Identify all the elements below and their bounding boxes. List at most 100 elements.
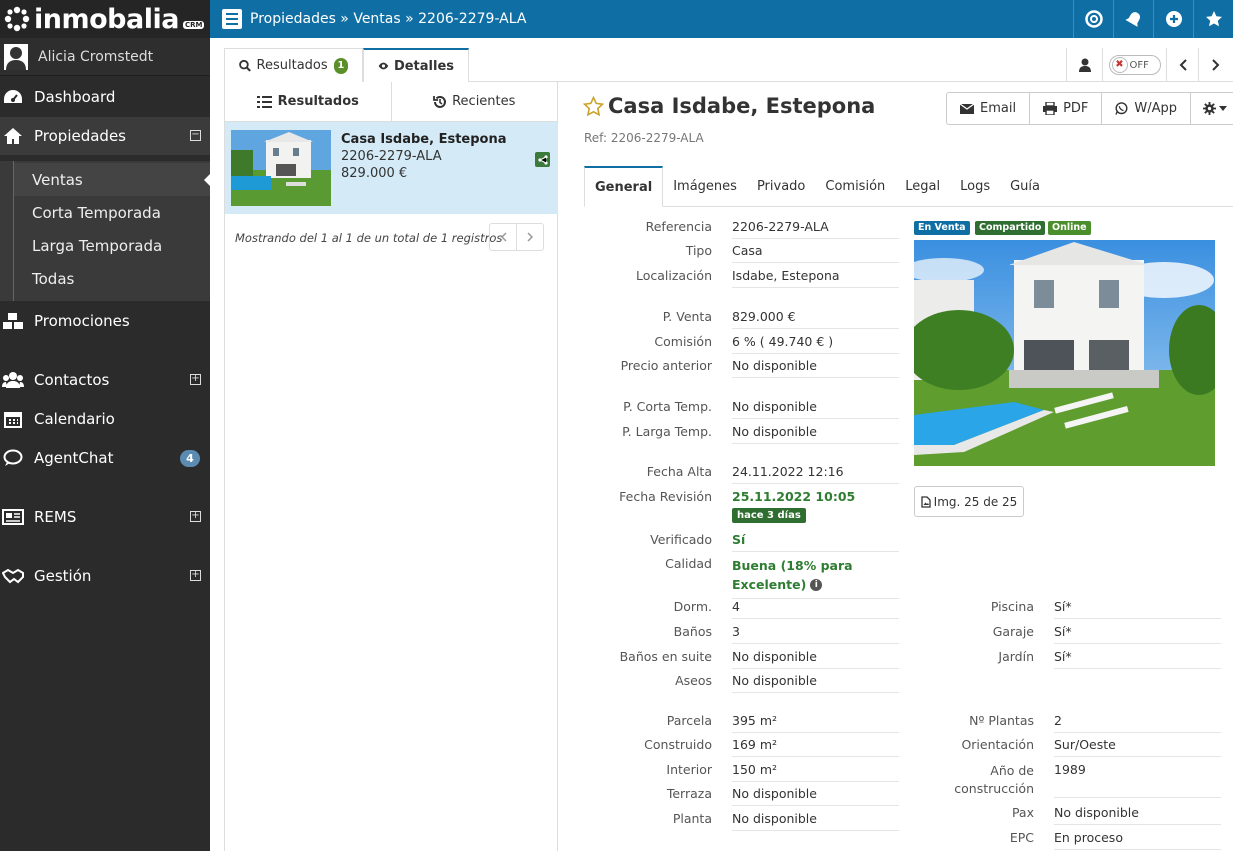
tab-privado[interactable]: Privado xyxy=(747,166,815,207)
field-localizacion: Isdabe, Estepona xyxy=(732,268,899,288)
field-parcela: 395 m² xyxy=(732,713,899,733)
tab-general[interactable]: General xyxy=(584,166,664,207)
field-piscina: Sí* xyxy=(1054,599,1221,619)
detail-tabs: General Imágenes Privado Comisión Legal … xyxy=(584,166,1233,207)
close-icon: ✖ xyxy=(1111,57,1128,73)
detail-tools: ✖ OFF xyxy=(1066,48,1233,82)
gear-icon xyxy=(1203,102,1217,115)
next-icon[interactable] xyxy=(1199,48,1233,82)
property-photo[interactable] xyxy=(914,240,1215,466)
field-banos-suite: No disponible xyxy=(732,649,899,669)
subtab-recientes[interactable]: Recientes xyxy=(392,82,558,121)
nav-calendario[interactable]: Calendario xyxy=(0,400,210,438)
field-label: Calidad xyxy=(665,556,712,571)
off-toggle[interactable]: ✖ OFF xyxy=(1103,48,1167,82)
subtab-label: Resultados xyxy=(277,94,359,109)
favorite-star-icon[interactable] xyxy=(583,96,604,117)
field-label: Parcela xyxy=(666,713,712,728)
home-icon xyxy=(2,125,24,147)
collapse-icon[interactable]: − xyxy=(190,130,201,141)
expand-icon[interactable]: + xyxy=(190,374,201,385)
field-label: Terraza xyxy=(666,786,712,801)
user-filter-icon[interactable] xyxy=(1067,48,1103,82)
expand-icon[interactable]: + xyxy=(190,570,201,581)
users-icon xyxy=(2,369,24,391)
result-item[interactable]: Casa Isdabe, Estepona 2206-2279-ALA 829.… xyxy=(225,122,558,214)
nav-dashboard[interactable]: Dashboard xyxy=(0,78,210,116)
field-epc: En proceso xyxy=(1054,830,1221,850)
pager xyxy=(489,223,544,251)
share-icon[interactable] xyxy=(535,152,550,167)
field-label: Comisión xyxy=(654,334,712,349)
subitem-label: Larga Temporada xyxy=(32,236,163,255)
cubes-icon xyxy=(2,310,24,332)
logo[interactable]: inmobalia CRM xyxy=(0,0,210,38)
time-ago-badge: hace 3 días xyxy=(732,508,806,523)
tab-detalles[interactable]: Detalles xyxy=(363,48,469,82)
field-ano-construccion: 1989 xyxy=(1054,762,1221,798)
sidebar-item-ventas[interactable]: Ventas xyxy=(14,163,211,196)
nav-gestion[interactable]: Gestión + xyxy=(0,557,210,595)
list-icon xyxy=(256,95,272,108)
image-counter-button[interactable]: Img. 25 de 25 xyxy=(914,486,1024,517)
field-label: Fecha Revisión xyxy=(619,489,712,504)
nav-propiedades[interactable]: Propiedades − xyxy=(0,117,210,155)
field-garaje: Sí* xyxy=(1054,624,1221,644)
settings-dropdown[interactable] xyxy=(1191,93,1233,124)
field-precio-anterior: No disponible xyxy=(732,358,899,378)
sidebar-item-todas[interactable]: Todas xyxy=(14,262,210,295)
result-title[interactable]: Casa Isdabe, Estepona xyxy=(341,132,507,147)
field-label: Localización xyxy=(635,268,712,283)
print-icon xyxy=(1043,102,1058,115)
whatsapp-icon xyxy=(1115,102,1128,115)
sidebar-item-corta-temporada[interactable]: Corta Temporada xyxy=(14,196,210,229)
whatsapp-button[interactable]: W/App xyxy=(1102,93,1192,124)
nav-label: Propiedades xyxy=(34,127,126,145)
logo-dots-icon xyxy=(4,6,30,32)
add-circle-icon[interactable] xyxy=(1153,0,1193,38)
tab-resultados[interactable]: Resultados 1 xyxy=(224,48,363,82)
field-aseos: No disponible xyxy=(732,673,899,693)
top-bar: Propiedades » Ventas » 2206-2279-ALA xyxy=(210,0,1233,38)
button-label: Email xyxy=(980,101,1017,116)
agentchat-badge: 4 xyxy=(180,450,200,467)
tab-logs[interactable]: Logs xyxy=(950,166,1000,207)
breadcrumb[interactable]: Propiedades » Ventas » 2206-2279-ALA xyxy=(250,11,526,27)
results-panel: Resultados Recientes Casa Isdabe, Estepo… xyxy=(224,82,558,851)
field-label: Precio anterior xyxy=(620,358,712,373)
tab-comision[interactable]: Comisión xyxy=(815,166,895,207)
subitem-label: Corta Temporada xyxy=(32,203,161,222)
tab-imagenes[interactable]: Imágenes xyxy=(663,166,747,207)
nav-label: Promociones xyxy=(34,312,130,330)
tab-legal[interactable]: Legal xyxy=(895,166,950,207)
nav-contactos[interactable]: Contactos + xyxy=(0,361,210,399)
pdf-button[interactable]: PDF xyxy=(1030,93,1103,124)
search-icon xyxy=(239,59,251,72)
nav-agentchat[interactable]: AgentChat 4 xyxy=(0,439,210,477)
active-caret-icon xyxy=(204,173,211,187)
nav-promociones[interactable]: Promociones xyxy=(0,302,210,340)
field-label: Planta xyxy=(672,811,712,826)
field-label: Piscina xyxy=(990,599,1034,614)
expand-icon[interactable]: + xyxy=(190,511,201,522)
pager-prev-icon[interactable] xyxy=(490,224,517,250)
field-n-plantas: 2 xyxy=(1054,713,1221,733)
tab-label: Detalles xyxy=(393,58,454,74)
field-label: Verificado xyxy=(650,532,712,547)
bell-icon[interactable] xyxy=(1113,0,1153,38)
sidebar-item-larga-temporada[interactable]: Larga Temporada xyxy=(14,229,210,262)
info-icon[interactable]: i xyxy=(810,578,823,591)
star-icon[interactable] xyxy=(1193,0,1233,38)
lifebuoy-icon[interactable] xyxy=(1073,0,1113,38)
tab-guia[interactable]: Guía xyxy=(1000,166,1050,207)
field-jardin: Sí* xyxy=(1054,649,1221,669)
subtab-resultados[interactable]: Resultados xyxy=(225,82,392,121)
field-label: Dorm. xyxy=(673,599,712,614)
menu-toggle-icon[interactable] xyxy=(222,9,242,29)
prev-icon[interactable] xyxy=(1167,48,1199,82)
nav-rems[interactable]: REMS + xyxy=(0,498,210,536)
logo-badge: CRM xyxy=(182,21,205,29)
user-profile[interactable]: Alicia Cromstedt xyxy=(0,38,210,76)
nav-label: REMS xyxy=(34,508,77,526)
email-button[interactable]: Email xyxy=(947,93,1031,124)
